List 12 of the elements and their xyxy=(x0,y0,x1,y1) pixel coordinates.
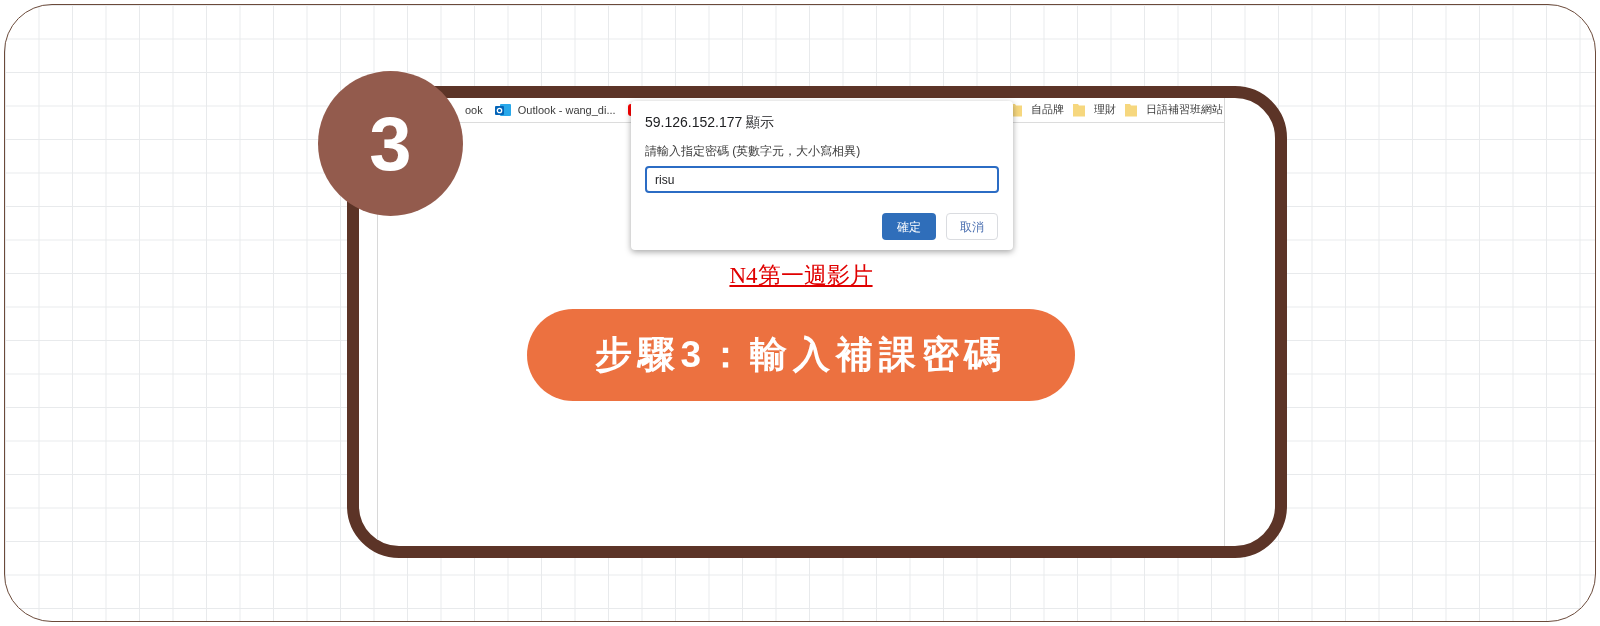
dialog-message: 請輸入指定密碼 (英數字元，大小寫相異) xyxy=(645,143,862,160)
bookmark-link[interactable]: Outlook - wang_di... xyxy=(517,101,616,119)
bookmark-link[interactable]: 自品牌 xyxy=(1031,102,1064,118)
bookmark-link[interactable]: 日語補習班網站 xyxy=(1146,102,1223,118)
video-link[interactable]: N4第一週影片 xyxy=(729,263,873,289)
confirm-button[interactable]: 確定 xyxy=(882,213,936,240)
bookmark-link[interactable]: ook xyxy=(465,101,483,119)
dialog-title: 59.126.152.177 顯示 xyxy=(645,113,776,132)
cancel-button[interactable]: 取消 xyxy=(946,213,998,240)
bookmark-link[interactable]: 理財 xyxy=(1094,102,1116,118)
step-banner: 步驟3：輸入補課密碼 xyxy=(527,309,1075,401)
password-field[interactable]: risu xyxy=(645,166,999,193)
